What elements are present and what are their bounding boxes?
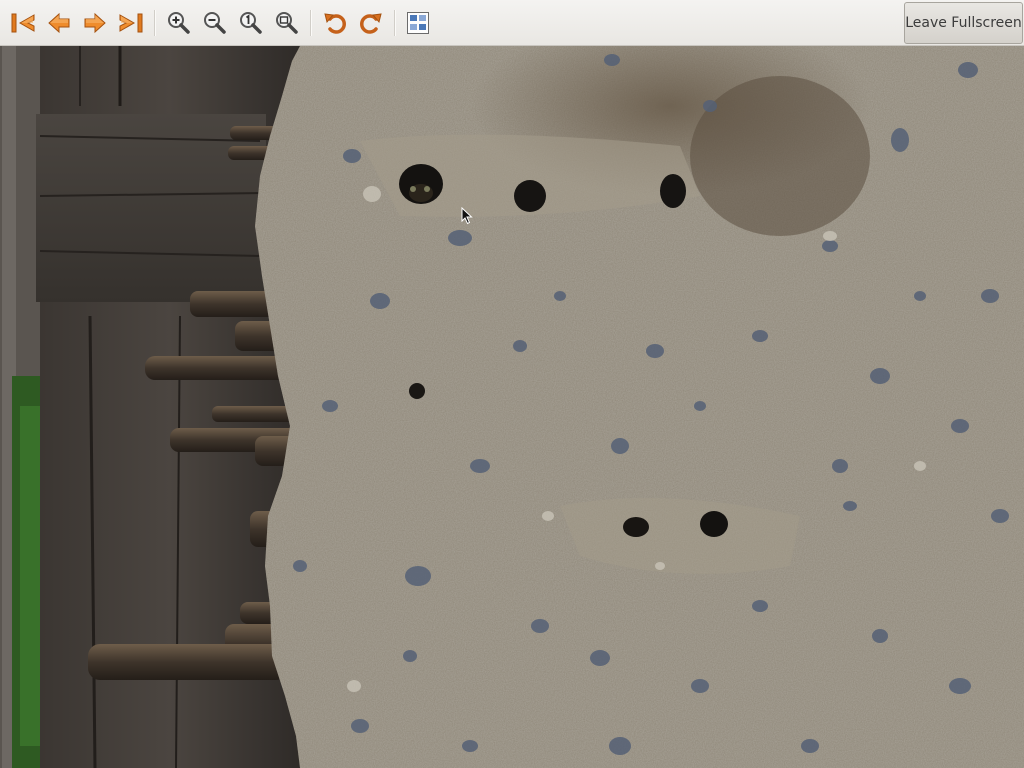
first-image-button[interactable] bbox=[7, 7, 39, 39]
go-last-icon bbox=[117, 11, 145, 35]
zoom-fit-button[interactable] bbox=[271, 7, 303, 39]
toolbar-separator bbox=[310, 10, 312, 36]
next-image-button[interactable] bbox=[79, 7, 111, 39]
rotate-left-button[interactable] bbox=[319, 7, 351, 39]
go-first-icon bbox=[9, 11, 37, 35]
gallery-icon bbox=[406, 11, 430, 35]
previous-image-button[interactable] bbox=[43, 7, 75, 39]
zoom-fit-icon bbox=[274, 10, 300, 36]
rotate-right-button[interactable] bbox=[355, 7, 387, 39]
toolbar-separator bbox=[154, 10, 156, 36]
rotate-left-icon bbox=[322, 10, 348, 36]
zoom-out-button[interactable] bbox=[199, 7, 231, 39]
rotate-right-icon bbox=[358, 10, 384, 36]
toolbar-separator bbox=[394, 10, 396, 36]
zoom-in-icon bbox=[166, 10, 192, 36]
zoom-out-icon bbox=[202, 10, 228, 36]
zoom-in-button[interactable] bbox=[163, 7, 195, 39]
image-viewport[interactable] bbox=[0, 46, 1024, 768]
gallery-button[interactable] bbox=[402, 7, 434, 39]
last-image-button[interactable] bbox=[115, 7, 147, 39]
displayed-photo bbox=[0, 46, 1024, 768]
zoom-normal-button[interactable] bbox=[235, 7, 267, 39]
leave-fullscreen-button[interactable]: Leave Fullscreen bbox=[904, 2, 1023, 44]
mouse-pointer-icon bbox=[461, 206, 473, 229]
go-next-icon bbox=[81, 11, 109, 35]
toolbar: Leave Fullscreen bbox=[0, 0, 1024, 46]
go-previous-icon bbox=[45, 11, 73, 35]
zoom-normal-icon bbox=[238, 10, 264, 36]
